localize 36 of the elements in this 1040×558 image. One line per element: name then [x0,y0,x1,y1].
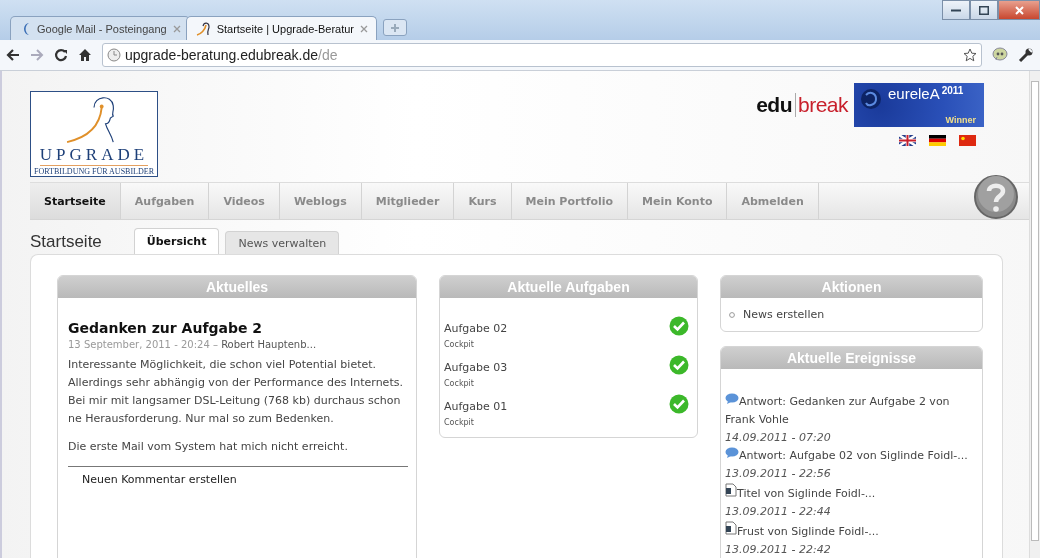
task-link[interactable]: Aufgabe 03 [444,360,508,374]
event-time: 13.09.2011 - 22:44 [725,504,832,520]
address-bar[interactable]: upgrade-beratung.edubreak.de/de [102,43,982,67]
event-link[interactable]: Titel von Siglinde Foidl-... [725,483,978,503]
nav-link[interactable]: Startseite [30,183,121,219]
post-meta: 13 September, 2011 - 20:24 – Robert Hauptenb... [68,339,318,350]
action-link[interactable]: News erstellen [743,308,825,321]
tab[interactable]: Übersicht [133,228,220,254]
event-time: 13.09.2011 - 22:56 [725,466,832,482]
panel-header: Aktionen [721,276,982,298]
event-time: 13.09.2011 - 22:42 [725,542,832,558]
task-link[interactable]: Aufgabe 02 [444,321,508,335]
event-link[interactable]: Frust von Siglinde Foidl-... [725,521,978,541]
comment-link[interactable]: Neuen Kommentar erstellen [68,466,408,486]
brand-logo-text: break [796,93,848,117]
panel-header: Aktuelle Ereignisse [721,347,982,369]
logo-name: UPGRADE [39,145,149,166]
event-link[interactable]: Antwort: Gedanken zur Aufgabe 2 von Frank Vohle [725,393,978,429]
panel-header: Aktuelles [58,276,416,298]
brand-logo-text: edu [756,93,796,117]
page-title: Startseite [30,232,102,252]
logo[interactable]: UPGRADE FORTBILDUNG FÜR AUSBILDER [30,91,158,177]
post-paragraph: Interessante Möglichkeit, die schon viel Potential bietet. Allerdings sehr abhängig von der Performance des Internets. Bei mir mit langsamer DSL-Leitung (768 kb) durchaus schon ne Herausforderung. Nur mal so zum Bedenken. [68,357,404,427]
tab[interactable]: News verwalten [225,231,340,254]
event-link[interactable]: Antwort: Aufgabe 02 von Siglinde Foidl-... [725,447,978,465]
event-time: 14.09.2011 - 07:20 [725,430,832,446]
post-title[interactable]: Gedanken zur Aufgabe 2 [68,320,408,336]
task-category: Cockpit [444,379,475,388]
post-paragraph: Die erste Mail vom System hat mich nicht erreicht. [68,439,349,455]
browser-tab[interactable]: Startseite | Upgrade-Beratur [185,16,377,40]
logo-tagline: FORTBILDUNG FÜR AUSBILDER [34,167,154,176]
panel-header: Aktuelle Aufgaben [440,276,697,298]
task-link[interactable]: Aufgabe 01 [444,399,508,413]
task-category: Cockpit [444,340,475,349]
award-label: Winner [945,115,977,125]
task-category: Cockpit [444,418,475,427]
